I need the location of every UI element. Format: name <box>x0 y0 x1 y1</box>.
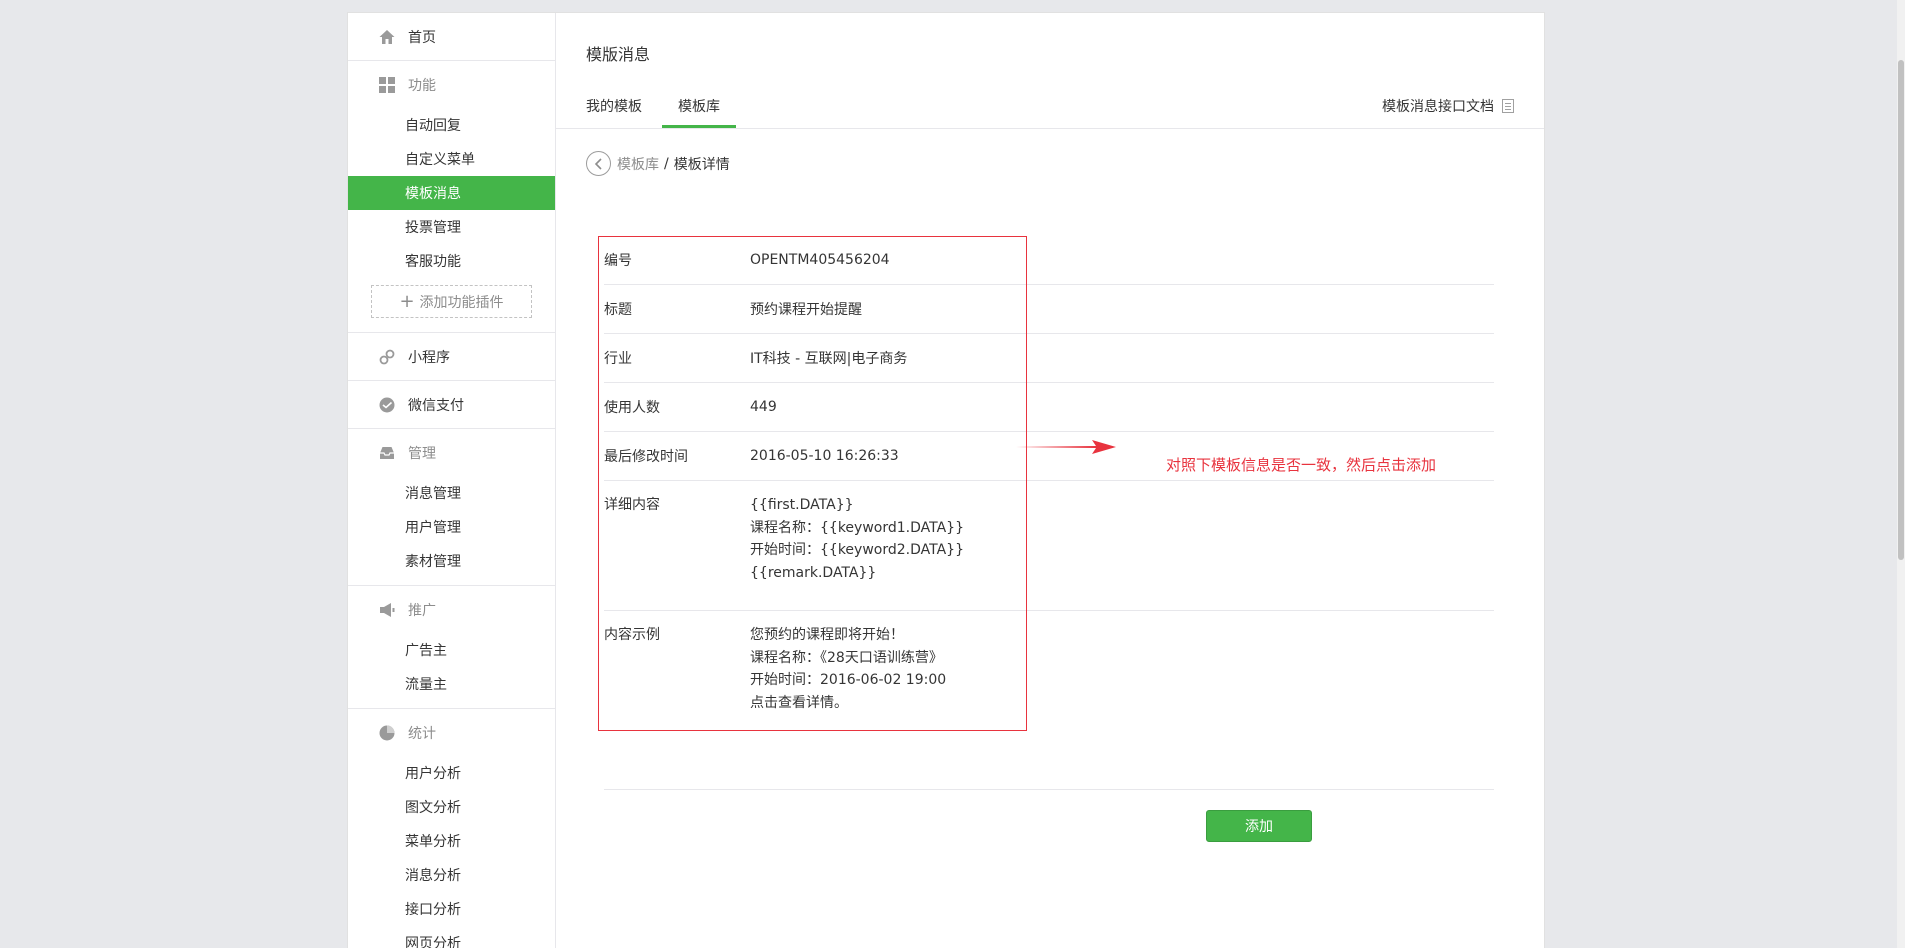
main-content: 模版消息 我的模板 模板库 模板消息接口文档 模板库 / 模板详情 编号 OPE… <box>556 13 1544 948</box>
nav-home[interactable]: 首页 <box>348 13 555 60</box>
sidebar-item-customer-service[interactable]: 客服功能 <box>348 244 555 278</box>
content-line: 开始时间：{{keyword2.DATA}} <box>750 542 964 558</box>
nav-promote-header: 推广 <box>348 586 555 633</box>
detail-value: 449 <box>750 399 777 415</box>
arrow-right-icon <box>1012 440 1116 454</box>
detail-row-example: 内容示例 您预约的课程即将开始！ 课程名称：《28天口语训练营》 开始时间：20… <box>604 611 1494 735</box>
content-line: 课程名称：{{keyword1.DATA}} <box>750 519 964 536</box>
sidebar-item-user-analysis[interactable]: 用户分析 <box>348 756 555 790</box>
nav-group-miniprogram: 小程序 <box>348 333 555 381</box>
detail-value: 预约课程开始提醒 <box>750 302 862 318</box>
chevron-left-icon <box>594 157 602 170</box>
scrollbar-thumb[interactable] <box>1898 60 1904 560</box>
sidebar-item-user-manage[interactable]: 用户管理 <box>348 510 555 544</box>
detail-label: 详细内容 <box>604 497 660 513</box>
inbox-icon <box>378 444 396 462</box>
detail-label: 行业 <box>604 351 632 367</box>
footer-divider <box>604 789 1494 790</box>
content-line: {{remark.DATA}} <box>750 564 877 581</box>
link-icon <box>378 348 396 366</box>
window-scrollbar[interactable] <box>1897 0 1905 948</box>
app-frame: 首页 功能 自动回复 自定义菜单 模板消息 投票管理 客服功能 + 添加功能插件 <box>347 12 1545 948</box>
detail-value: IT科技 - 互联网|电子商务 <box>750 351 908 367</box>
sidebar-item-auto-reply[interactable]: 自动回复 <box>348 108 555 142</box>
nav-miniprogram-label: 小程序 <box>408 349 450 366</box>
sidebar-item-article-analysis[interactable]: 图文分析 <box>348 790 555 824</box>
detail-value: OPENTM405456204 <box>750 252 890 268</box>
nav-group-wechatpay: 微信支付 <box>348 381 555 429</box>
sidebar: 首页 功能 自动回复 自定义菜单 模板消息 投票管理 客服功能 + 添加功能插件 <box>348 13 556 948</box>
sidebar-item-template-message[interactable]: 模板消息 <box>348 176 555 210</box>
grid-icon <box>378 76 396 94</box>
page-title: 模版消息 <box>586 45 651 64</box>
nav-function-label: 功能 <box>408 77 436 94</box>
detail-row-industry: 行业 IT科技 - 互联网|电子商务 <box>604 334 1494 383</box>
pie-chart-icon <box>378 724 396 742</box>
detail-row-users: 使用人数 449 <box>604 383 1494 432</box>
nav-manage-label: 管理 <box>408 445 436 462</box>
annotation-text: 对照下模板信息是否一致，然后点击添加 <box>1166 456 1437 474</box>
detail-row-content: 详细内容 {{first.DATA}} 课程名称：{{keyword1.DATA… <box>604 481 1494 611</box>
example-line: 开始时间：2016-06-02 19:00 <box>750 672 947 688</box>
back-button[interactable] <box>586 151 611 176</box>
sidebar-item-message-analysis[interactable]: 消息分析 <box>348 858 555 892</box>
detail-label: 使用人数 <box>604 400 660 416</box>
detail-label: 编号 <box>604 253 632 269</box>
plus-icon: + <box>399 290 415 312</box>
sidebar-item-vote[interactable]: 投票管理 <box>348 210 555 244</box>
nav-wechatpay-label: 微信支付 <box>408 397 464 414</box>
wechatpay-icon <box>378 396 396 414</box>
nav-group-manage: 管理 消息管理 用户管理 素材管理 <box>348 429 555 586</box>
nav-manage-header: 管理 <box>348 429 555 476</box>
add-plugin-label: 添加功能插件 <box>419 294 504 311</box>
sidebar-item-api-analysis[interactable]: 接口分析 <box>348 892 555 926</box>
nav-promote-label: 推广 <box>408 602 436 619</box>
template-api-doc-link[interactable]: 模板消息接口文档 <box>1382 96 1514 116</box>
tab-bar: 我的模板 模板库 模板消息接口文档 <box>556 83 1544 129</box>
breadcrumb-library-link[interactable]: 模板库 <box>617 154 659 174</box>
nav-group-function: 功能 自动回复 自定义菜单 模板消息 投票管理 客服功能 + 添加功能插件 <box>348 61 555 333</box>
detail-row-id: 编号 OPENTM405456204 <box>604 236 1494 285</box>
detail-label: 内容示例 <box>604 627 660 643</box>
nav-stats-label: 统计 <box>408 725 436 742</box>
template-detail-table: 编号 OPENTM405456204 标题 预约课程开始提醒 行业 IT科技 -… <box>604 236 1494 735</box>
detail-label: 最后修改时间 <box>604 449 688 465</box>
example-line: 您预约的课程即将开始！ <box>750 627 904 643</box>
sidebar-item-material-manage[interactable]: 素材管理 <box>348 544 555 578</box>
example-line: 课程名称：《28天口语训练营》 <box>750 649 943 666</box>
sidebar-item-menu-analysis[interactable]: 菜单分析 <box>348 824 555 858</box>
sidebar-item-custom-menu[interactable]: 自定义菜单 <box>348 142 555 176</box>
detail-label: 标题 <box>604 302 632 318</box>
add-plugin-button[interactable]: + 添加功能插件 <box>371 285 532 318</box>
tab-template-library[interactable]: 模板库 <box>662 96 736 128</box>
content-line: {{first.DATA}} <box>750 497 854 513</box>
detail-value: {{first.DATA}} 课程名称：{{keyword1.DATA}} 开始… <box>750 494 1494 610</box>
nav-miniprogram[interactable]: 小程序 <box>348 333 555 380</box>
sidebar-item-message-manage[interactable]: 消息管理 <box>348 476 555 510</box>
example-line: 点击查看详情。 <box>750 694 848 711</box>
doc-link-label: 模板消息接口文档 <box>1382 99 1494 115</box>
megaphone-icon <box>378 601 396 619</box>
nav-group-promote: 推广 广告主 流量主 <box>348 586 555 709</box>
detail-value: 您预约的课程即将开始！ 课程名称：《28天口语训练营》 开始时间：2016-06… <box>750 624 1494 735</box>
tab-my-templates[interactable]: 我的模板 <box>586 96 642 116</box>
home-icon <box>378 28 396 46</box>
nav-home-label: 首页 <box>408 29 436 46</box>
nav-wechatpay[interactable]: 微信支付 <box>348 381 555 428</box>
nav-group-stats: 统计 用户分析 图文分析 菜单分析 消息分析 接口分析 网页分析 <box>348 709 555 948</box>
nav-group-home: 首页 <box>348 13 555 61</box>
document-icon <box>1502 99 1514 113</box>
breadcrumb-current: 模板详情 <box>673 156 730 173</box>
add-button[interactable]: 添加 <box>1206 810 1312 842</box>
sidebar-item-advertiser[interactable]: 广告主 <box>348 633 555 667</box>
nav-stats-header: 统计 <box>348 709 555 756</box>
breadcrumb-separator: / <box>664 155 669 172</box>
breadcrumb: 模板库 / 模板详情 <box>586 151 730 176</box>
nav-function-header: 功能 <box>348 61 555 108</box>
detail-row-title: 标题 预约课程开始提醒 <box>604 285 1494 334</box>
sidebar-item-publisher[interactable]: 流量主 <box>348 667 555 701</box>
sidebar-item-webpage-analysis[interactable]: 网页分析 <box>348 926 555 948</box>
